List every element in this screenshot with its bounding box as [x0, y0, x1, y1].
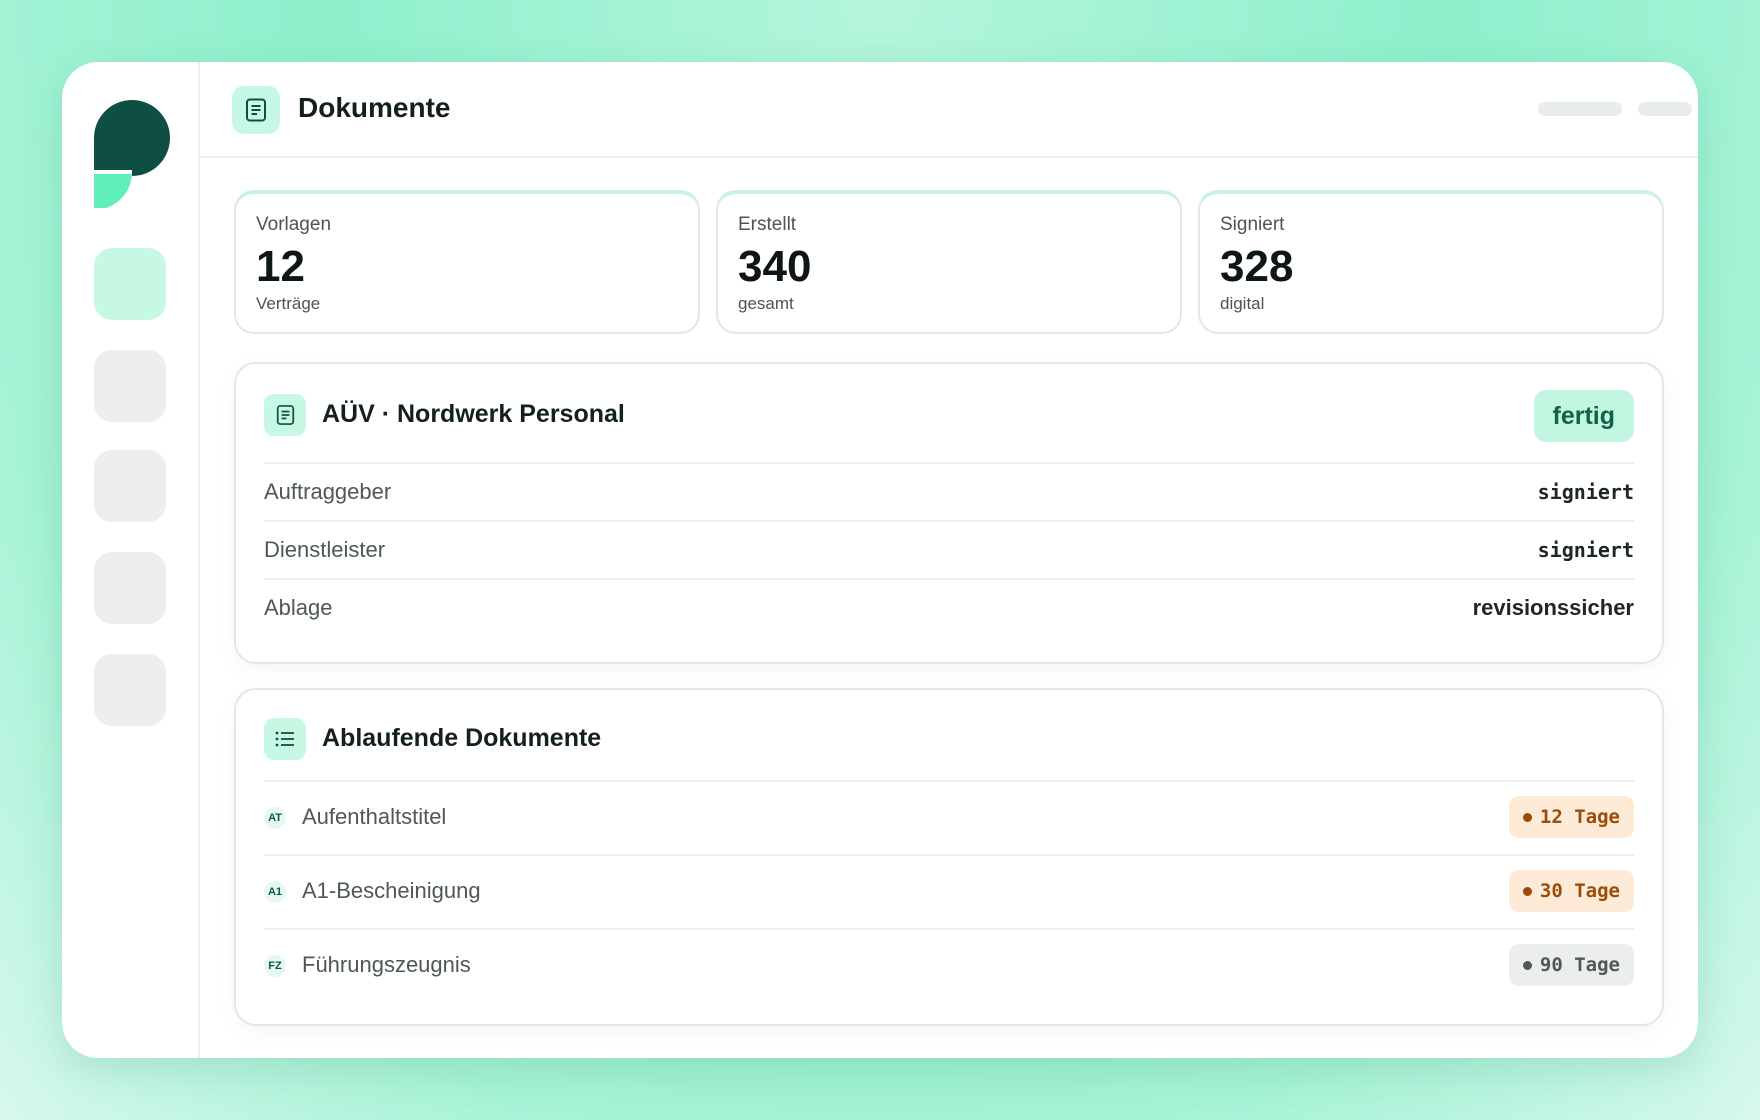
document-name: Aufenthaltstitel	[302, 804, 447, 829]
detail-value: revisionssicher	[1472, 595, 1634, 620]
stat-label: Vorlagen	[256, 214, 332, 235]
list-icon	[264, 718, 306, 760]
detail-value: signiert	[1537, 480, 1634, 504]
contract-title: AÜV · Nordwerk Personal	[322, 400, 625, 428]
header-placeholder-pill	[1538, 102, 1622, 116]
detail-row: Ablage revisionssicher	[264, 578, 1634, 636]
expiring-title: Ablaufende Dokumente	[322, 724, 602, 752]
document-icon	[264, 394, 306, 436]
expiry-badge: 30 Tage	[1508, 870, 1634, 912]
detail-row: Auftraggeber signiert	[264, 462, 1634, 520]
stat-sub: gesamt	[738, 294, 794, 313]
stat-value: 340	[738, 242, 812, 291]
page-title: Dokumente	[298, 92, 451, 123]
expiry-days: 90 Tage	[1539, 954, 1620, 976]
sidebar-item-3[interactable]	[94, 450, 166, 522]
header-placeholder-pill	[1638, 102, 1692, 116]
document-abbr-badge: FZ	[264, 955, 286, 977]
status-dot	[1522, 812, 1532, 822]
stat-value: 328	[1220, 242, 1294, 291]
brand-logo[interactable]	[94, 98, 170, 208]
stat-value: 12	[256, 242, 305, 291]
document-abbr-badge: AT	[264, 807, 286, 829]
sidebar-item-2[interactable]	[94, 350, 166, 422]
detail-label: Dienstleister	[264, 537, 386, 562]
list-item[interactable]: A1 A1-Bescheinigung 30 Tage	[264, 854, 1634, 928]
detail-label: Auftraggeber	[264, 479, 392, 504]
expiry-days: 30 Tage	[1539, 880, 1620, 902]
stat-card-signiert[interactable]: Signiert 328 digital	[1198, 190, 1664, 334]
stat-sub: digital	[1220, 294, 1265, 313]
expiring-panel: Ablaufende Dokumente AT Aufenthaltstitel…	[234, 688, 1664, 1026]
sidebar-item-dokumente[interactable]	[94, 248, 166, 320]
sidebar-item-4[interactable]	[94, 552, 166, 624]
status-dot	[1522, 886, 1532, 896]
stat-sub: Verträge	[256, 294, 321, 313]
expiry-badge: 90 Tage	[1508, 944, 1634, 986]
stat-label: Erstellt	[738, 214, 797, 235]
stat-label: Signiert	[1220, 214, 1285, 235]
detail-value: signiert	[1537, 538, 1634, 562]
document-abbr-badge: A1	[264, 881, 286, 903]
app-window: Dokumente Vorlagen 12 Verträge Erstellt …	[62, 62, 1698, 1058]
document-name: Führungszeugnis	[302, 952, 471, 977]
expiry-badge: 12 Tage	[1508, 796, 1634, 838]
contract-panel: AÜV · Nordwerk Personal fertig Auftragge…	[234, 362, 1664, 664]
sidebar-item-5[interactable]	[94, 654, 166, 726]
detail-label: Ablage	[264, 595, 333, 620]
document-name: A1-Bescheinigung	[302, 878, 481, 903]
top-bar: Dokumente	[200, 62, 1698, 158]
status-dot	[1522, 960, 1532, 970]
list-item[interactable]: FZ Führungszeugnis 90 Tage	[264, 928, 1634, 1002]
sidebar	[62, 62, 200, 1058]
status-badge: fertig	[1533, 390, 1634, 442]
stat-card-erstellt[interactable]: Erstellt 340 gesamt	[716, 190, 1182, 334]
expiry-days: 12 Tage	[1539, 806, 1620, 828]
list-item[interactable]: AT Aufenthaltstitel 12 Tage	[264, 780, 1634, 854]
stat-card-vorlagen[interactable]: Vorlagen 12 Verträge	[234, 190, 700, 334]
document-icon	[232, 86, 280, 134]
detail-row: Dienstleister signiert	[264, 520, 1634, 578]
